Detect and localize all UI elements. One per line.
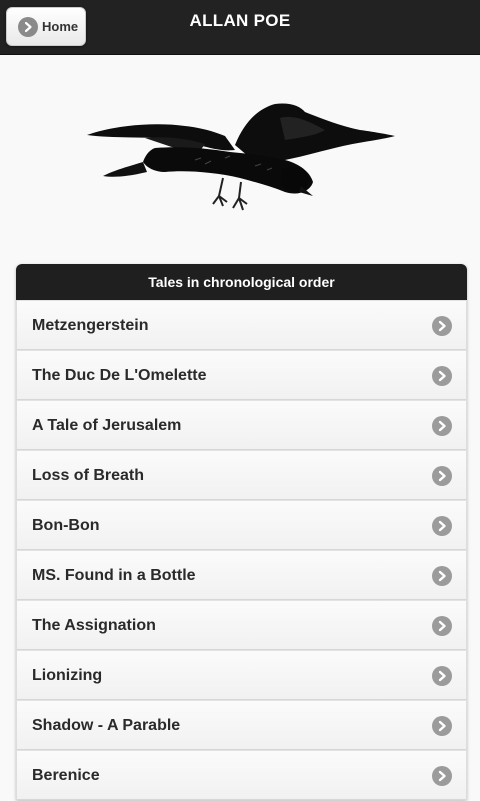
list-item-label: MS. Found in a Bottle — [32, 567, 196, 584]
chevron-right-icon — [432, 366, 452, 386]
chevron-right-icon — [432, 416, 452, 436]
list-item-label: Shadow - A Parable — [32, 717, 181, 734]
list-item-label: The Assignation — [32, 617, 156, 634]
raven-illustration — [87, 103, 395, 211]
list-item-label: A Tale of Jerusalem — [32, 417, 182, 434]
list-item-label: Berenice — [32, 767, 100, 784]
app-header: Home ALLAN POE — [0, 0, 480, 55]
list-item-label: The Duc De L'Omelette — [32, 367, 207, 384]
list-item[interactable]: Loss of Breath — [16, 450, 467, 500]
chevron-right-icon — [432, 766, 452, 786]
list-item-label: Metzengerstein — [32, 317, 149, 334]
tales-list: Tales in chronological order Metzengerst… — [16, 264, 467, 800]
chevron-right-icon — [432, 666, 452, 686]
page-title: ALLAN POE — [189, 11, 291, 30]
list-item[interactable]: MS. Found in a Bottle — [16, 550, 467, 600]
chevron-right-icon — [432, 316, 452, 336]
list-item-label: Bon-Bon — [32, 517, 100, 534]
chevron-right-icon — [432, 516, 452, 536]
list-item[interactable]: The Duc De L'Omelette — [16, 350, 467, 400]
list-item[interactable]: Shadow - A Parable — [16, 700, 467, 750]
list-item[interactable]: Metzengerstein — [16, 300, 467, 350]
chevron-right-icon — [432, 716, 452, 736]
chevron-right-icon — [432, 566, 452, 586]
chevron-right-icon — [432, 616, 452, 636]
list-header: Tales in chronological order — [16, 264, 467, 300]
chevron-right-icon — [432, 466, 452, 486]
list-item-label: Lionizing — [32, 667, 103, 684]
list-item[interactable]: Bon-Bon — [16, 500, 467, 550]
list-item[interactable]: The Assignation — [16, 600, 467, 650]
list-item-label: Loss of Breath — [32, 467, 145, 484]
list-item[interactable]: Lionizing — [16, 650, 467, 700]
list-item[interactable]: Berenice — [16, 750, 467, 800]
list-item[interactable]: A Tale of Jerusalem — [16, 400, 467, 450]
